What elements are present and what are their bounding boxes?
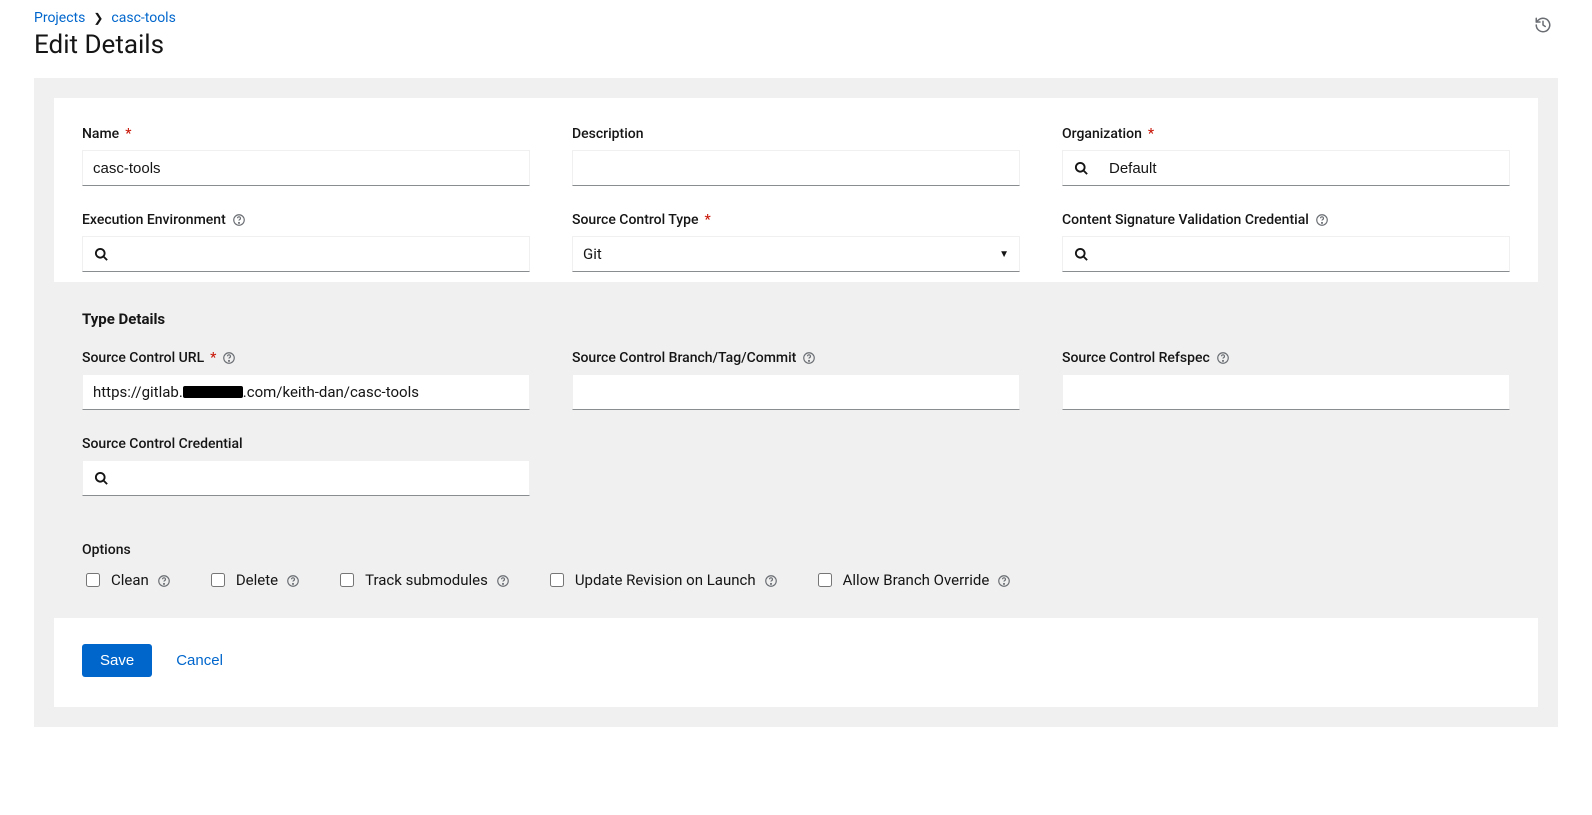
scm-url-value-suffix[interactable]: .com/keith-dan/casc-tools — [243, 383, 419, 401]
organization-lookup-button[interactable] — [1063, 161, 1099, 176]
page-title: Edit Details — [34, 30, 176, 60]
option-clean-checkbox[interactable] — [86, 573, 100, 587]
help-icon[interactable] — [222, 350, 236, 366]
help-icon[interactable] — [997, 571, 1011, 589]
exec-env-lookup-button[interactable] — [83, 247, 119, 262]
description-input[interactable] — [573, 154, 1019, 183]
scm-type-select[interactable]: Git ▼ — [572, 236, 1020, 272]
breadcrumb-root[interactable]: Projects — [34, 10, 85, 26]
label-scm-refspec: Source Control Refspec — [1062, 350, 1210, 366]
label-organization: Organization — [1062, 126, 1142, 142]
field-scm-refspec: Source Control Refspec — [1062, 350, 1510, 410]
help-icon[interactable] — [1216, 350, 1230, 366]
scm-cred-lookup-button[interactable] — [83, 471, 119, 486]
caret-down-icon: ▼ — [999, 249, 1009, 260]
help-icon[interactable] — [232, 212, 246, 228]
option-allow_branch_override[interactable]: Allow Branch Override — [814, 570, 1012, 590]
option-update_on_launch[interactable]: Update Revision on Launch — [546, 570, 778, 590]
required-asterisk: * — [210, 350, 216, 366]
name-input[interactable] — [83, 154, 529, 183]
label-scm-cred: Source Control Credential — [82, 436, 243, 452]
scm-url-value-prefix[interactable]: https://gitlab. — [93, 383, 183, 401]
option-track_submodules[interactable]: Track submodules — [336, 570, 510, 590]
chevron-right-icon: ❯ — [93, 11, 103, 25]
option-allow_branch_override-checkbox[interactable] — [818, 573, 832, 587]
field-exec-env: Execution Environment — [82, 212, 530, 272]
required-asterisk: * — [705, 212, 711, 228]
option-track_submodules-checkbox[interactable] — [340, 573, 354, 587]
label-description: Description — [572, 126, 644, 142]
help-icon[interactable] — [286, 571, 300, 589]
redacted-hostname — [183, 386, 243, 398]
help-icon[interactable] — [764, 571, 778, 589]
option-track_submodules-label: Track submodules — [365, 571, 488, 589]
scm-cred-input[interactable] — [119, 464, 529, 493]
field-scm-url: Source Control URL * https://gitlab. .com… — [82, 350, 530, 410]
help-icon[interactable] — [496, 571, 510, 589]
type-details-heading: Type Details — [82, 310, 1510, 328]
label-scm-type: Source Control Type — [572, 212, 699, 228]
exec-env-input[interactable] — [119, 240, 529, 269]
scm-branch-input[interactable] — [573, 378, 1019, 407]
option-update_on_launch-label: Update Revision on Launch — [575, 571, 756, 589]
label-exec-env: Execution Environment — [82, 212, 226, 228]
option-delete-checkbox[interactable] — [211, 573, 225, 587]
field-scm-branch: Source Control Branch/Tag/Commit — [572, 350, 1020, 410]
option-delete-label: Delete — [236, 571, 278, 589]
label-sig-cred: Content Signature Validation Credential — [1062, 212, 1309, 228]
option-update_on_launch-checkbox[interactable] — [550, 573, 564, 587]
help-icon[interactable] — [1315, 212, 1329, 228]
option-clean-label: Clean — [111, 571, 149, 589]
help-icon[interactable] — [802, 350, 816, 366]
required-asterisk: * — [1148, 126, 1154, 142]
field-sig-cred: Content Signature Validation Credential — [1062, 212, 1510, 272]
field-organization: Organization * — [1062, 126, 1510, 186]
field-scm-cred: Source Control Credential — [82, 436, 530, 496]
label-name: Name — [82, 126, 119, 142]
option-allow_branch_override-label: Allow Branch Override — [843, 571, 990, 589]
label-scm-url: Source Control URL — [82, 350, 204, 366]
field-scm-type: Source Control Type * Git ▼ — [572, 212, 1020, 272]
help-icon[interactable] — [157, 571, 171, 589]
option-delete[interactable]: Delete — [207, 570, 300, 590]
breadcrumb: Projects ❯ casc-tools — [34, 10, 176, 28]
scm-type-value: Git — [583, 245, 999, 263]
cancel-button[interactable]: Cancel — [176, 652, 223, 669]
label-scm-branch: Source Control Branch/Tag/Commit — [572, 350, 796, 366]
breadcrumb-current[interactable]: casc-tools — [111, 10, 175, 26]
sig-cred-input[interactable] — [1099, 240, 1509, 269]
field-name: Name * — [82, 126, 530, 186]
save-button[interactable]: Save — [82, 644, 152, 677]
required-asterisk: * — [125, 126, 131, 142]
scm-refspec-input[interactable] — [1063, 378, 1509, 407]
option-clean[interactable]: Clean — [82, 570, 171, 590]
field-description: Description — [572, 126, 1020, 186]
history-icon[interactable] — [1528, 10, 1558, 44]
options-heading: Options — [82, 542, 1510, 558]
organization-input[interactable] — [1099, 154, 1509, 183]
sig-cred-lookup-button[interactable] — [1063, 247, 1099, 262]
